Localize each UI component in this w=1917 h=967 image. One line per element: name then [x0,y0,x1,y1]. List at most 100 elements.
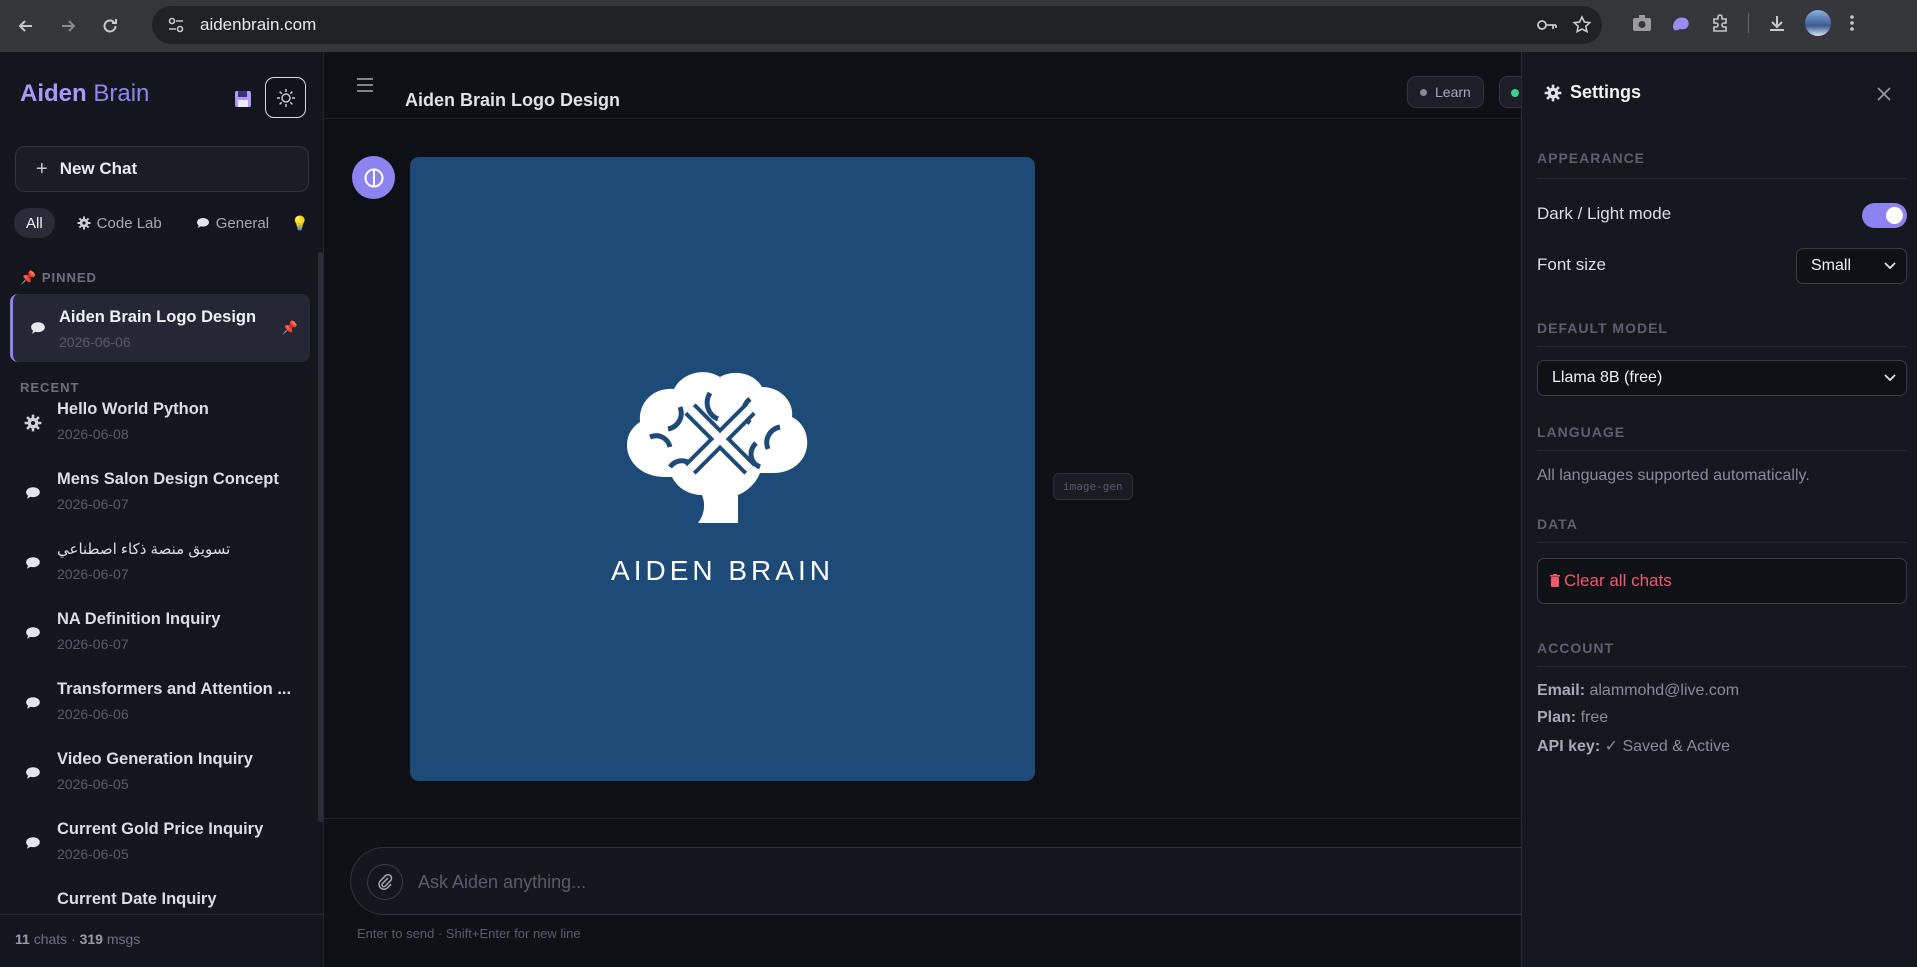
composer-divider [324,818,1521,819]
sun-icon [276,88,295,107]
theme-toggle-button[interactable] [265,77,306,118]
forward-arrow-icon[interactable] [52,10,84,42]
account-plan: Plan: free [1537,709,1609,726]
settings-panel: Settings APPEARANCE Dark / Light mode Fo… [1521,52,1917,967]
settings-title: Settings [1570,82,1642,102]
recent-chat-item[interactable]: NA Definition Inquiry 2026-06-07 [10,602,310,662]
model-tag: image-gen [1053,473,1133,500]
clear-all-chats-label: Clear all chats [1564,571,1672,590]
recent-chat-item[interactable]: Transformers and Attention ... 2026-06-0… [10,672,310,732]
chat-bubble-icon [24,624,42,642]
back-arrow-icon[interactable] [10,10,42,42]
font-size-select[interactable]: Small [1796,248,1907,284]
brand-first: Aiden [20,80,87,107]
camera-extension-icon[interactable] [1632,14,1652,32]
account-section-label: ACCOUNT [1537,640,1614,656]
chat-date: 2026-06-08 [57,426,129,442]
trash-icon [1550,574,1560,588]
password-key-icon[interactable] [1536,15,1558,35]
browser-menu-icon[interactable] [1849,13,1855,33]
pinned-section-label: 📌 PINNED [20,270,97,285]
chat-stats: 11 chats · 319 msgs [15,931,141,947]
sidebar: Aiden Brain + New Chat All Code Lab Gene… [0,52,324,967]
section-divider [1537,346,1907,347]
pin-icon[interactable]: 📌 [282,320,298,336]
gear-icon [1544,84,1562,102]
data-section-label: DATA [1537,516,1578,532]
chat-bubble-icon [24,554,42,572]
bookmark-star-icon[interactable] [1572,15,1592,35]
recent-chat-item[interactable]: تسويق منصة ذكاء اصطناعي 2026-06-07 [10,532,310,592]
chat-title: Transformers and Attention ... [57,680,292,698]
section-divider [1537,666,1907,667]
section-divider [1537,178,1907,179]
toolbar-separator [1748,13,1749,33]
close-icon[interactable] [1872,82,1896,106]
site-settings-icon[interactable] [162,11,190,39]
chat-date: 2026-06-07 [57,496,129,512]
chat-bubble-icon [24,484,42,502]
section-divider [1537,450,1907,451]
filter-all[interactable]: All [14,208,55,238]
dark-light-label: Dark / Light mode [1537,204,1672,223]
extensions-puzzle-icon[interactable] [1710,13,1730,33]
chat-header: Aiden Brain Logo Design Learn [324,52,1539,119]
save-icon[interactable] [228,84,258,114]
filter-general-label: General [215,214,270,232]
chevron-down-icon [1882,258,1898,274]
language-section-label: LANGUAGE [1537,424,1626,440]
chat-bubble-icon [24,764,42,782]
profile-avatar[interactable] [1805,10,1831,36]
chat-title: NA Definition Inquiry [57,610,221,628]
dark-light-toggle[interactable] [1862,203,1907,228]
font-size-value: Small [1811,257,1852,274]
chat-title: Video Generation Inquiry [57,750,253,768]
address-bar[interactable]: aidenbrain.com [152,6,1602,44]
recent-chat-item[interactable]: Hello World Python 2026-06-08 [10,392,310,452]
brand-logo[interactable]: Aiden Brain [20,80,149,108]
recent-chat-item[interactable]: Current Gold Price Inquiry 2026-06-05 [10,812,310,872]
chat-title: Aiden Brain Logo Design [59,308,257,326]
message-input[interactable] [418,866,1518,898]
learn-label: Learn [1435,84,1471,100]
filter-chips: All Code Lab General 💡 [14,208,309,238]
chat-date: 2026-06-07 [57,566,129,582]
chat-title: تسويق منصة ذكاء اصطناعي [57,541,231,558]
account-api-key: API key: ✓ Saved & Active [1537,738,1731,755]
chat-date: 2026-06-06 [57,706,129,722]
chat-date: 2026-06-06 [59,334,131,350]
generated-image[interactable]: AIDEN BRAIN [410,157,1035,781]
filter-code-lab[interactable]: Code Lab [65,208,174,238]
gear-icon [24,414,42,432]
chat-main: Aiden Brain Logo Design Learn AIDEN BRAI… [324,52,1540,967]
model-select[interactable]: Llama 8B (free) [1537,360,1907,396]
section-divider [1537,542,1907,543]
learn-button[interactable]: Learn [1407,76,1484,108]
lightbulb-icon[interactable]: 💡 [291,215,308,232]
filter-code-lab-label: Code Lab [96,214,162,232]
download-icon[interactable] [1767,13,1787,33]
pinned-chat-item[interactable]: Aiden Brain Logo Design 2026-06-06 📌 [10,294,310,362]
browser-toolbar: aidenbrain.com [0,0,1917,52]
paperclip-icon[interactable] [367,864,403,900]
settings-header: Settings [1544,82,1641,103]
message-composer [350,847,1540,915]
reload-icon[interactable] [94,10,126,42]
chat-title: Mens Salon Design Concept [57,470,279,488]
online-dot [1511,89,1519,97]
filter-all-label: All [26,214,43,232]
clear-all-chats-button[interactable]: Clear all chats [1537,558,1907,604]
filter-general[interactable]: General [184,208,281,238]
model-value: Llama 8B (free) [1552,369,1663,386]
sidebar-scrollbar[interactable] [318,252,323,822]
ai-extension-icon[interactable] [1670,13,1692,33]
chat-title: Hello World Python [57,400,209,418]
recent-chat-item[interactable]: Video Generation Inquiry 2026-06-05 [10,742,310,802]
new-chat-button[interactable]: + New Chat [15,146,309,192]
recent-chat-item[interactable]: Mens Salon Design Concept 2026-06-07 [10,462,310,522]
page-title: Aiden Brain Logo Design [405,90,621,110]
default-model-section-label: DEFAULT MODEL [1537,320,1668,336]
chat-title: Current Gold Price Inquiry [57,820,264,838]
menu-icon[interactable] [354,74,376,96]
brain-logo-icon [627,372,808,523]
